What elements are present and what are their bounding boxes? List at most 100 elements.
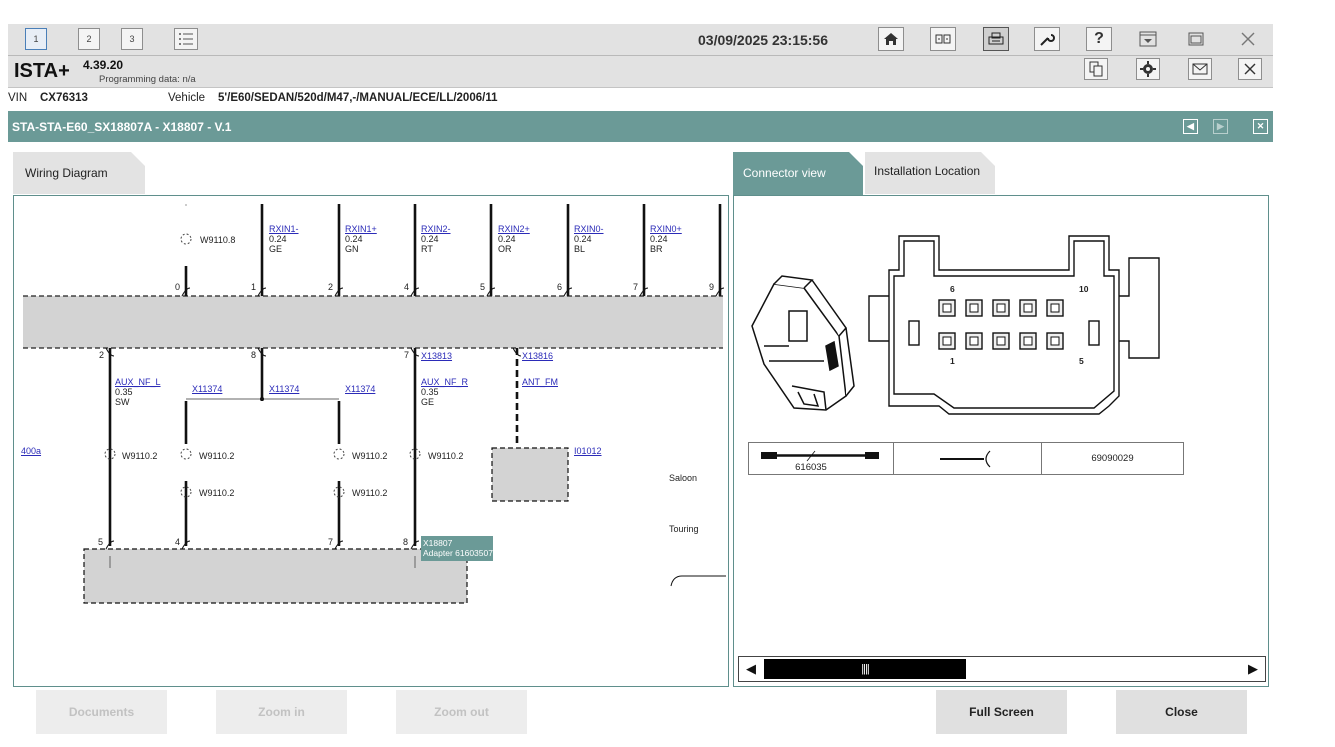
pin-label-6: 6 <box>950 284 955 294</box>
home-icon[interactable] <box>878 27 904 51</box>
programming-data: Programming data: n/a <box>99 74 196 85</box>
wire-aux-nf-r[interactable]: AUX_NF_R 0.35 GE <box>421 377 468 407</box>
splice-label: W9110.2 <box>199 451 235 461</box>
wire-rxin1-plus[interactable]: RXIN1+ 0.24 GN <box>345 224 377 254</box>
wiring-diagram-panel[interactable]: RXIN1- 0.24 GE RXIN1+ 0.24 GN RXIN2- 0.2… <box>13 195 729 687</box>
wire-rxin0-plus-name[interactable]: RXIN0+ <box>650 224 682 234</box>
app-version: 4.39.20 <box>83 58 124 72</box>
programming-value: n/a <box>182 74 196 85</box>
close-button[interactable]: Close <box>1116 690 1247 734</box>
tab-installation-location-label: Installation Location <box>874 164 981 178</box>
zoom-out-button[interactable]: Zoom out <box>396 690 527 734</box>
restore-icon[interactable] <box>1183 27 1209 51</box>
list-icon[interactable] <box>174 28 198 50</box>
terminal-cell <box>894 443 1042 474</box>
scrollbar-thumb[interactable]: |||| <box>764 659 966 679</box>
datetime: 03/09/2025 23:15:56 <box>698 32 828 48</box>
wire-rxin2-minus-name[interactable]: RXIN2- <box>421 224 451 234</box>
tile-icon[interactable] <box>930 27 956 51</box>
connector-view-panel[interactable]: 6 10 1 5 616035 69090029 ◀ |||| ▶ <box>733 195 1269 687</box>
splice-label: W9110.2 <box>199 488 235 498</box>
pin-label-1: 1 <box>950 356 955 366</box>
vehicle-value: 5'/E60/SEDAN/520d/M47,-/MANUAL/ECE/LL/20… <box>218 92 498 104</box>
print-icon[interactable] <box>983 27 1009 51</box>
wire-rxin0-plus[interactable]: RXIN0+ 0.24 BR <box>650 224 682 254</box>
component-link-i01012[interactable]: I01012 <box>574 446 602 456</box>
scroll-left-icon[interactable]: ◀ <box>739 657 763 681</box>
part-cable-number: 616035 <box>795 462 827 473</box>
splice-label: W9110.2 <box>352 488 388 498</box>
wire-color: BR <box>650 244 663 254</box>
documents-button[interactable]: Documents <box>36 690 167 734</box>
copy-icon[interactable] <box>1084 58 1108 80</box>
close-document-icon[interactable]: ✕ <box>1253 119 1268 134</box>
next-icon[interactable]: ▶ <box>1213 119 1228 134</box>
full-screen-button[interactable]: Full Screen <box>936 690 1067 734</box>
wire-rxin0-minus-name[interactable]: RXIN0- <box>574 224 604 234</box>
tab-installation-location[interactable]: Installation Location <box>865 152 995 194</box>
app-name: ISTA+ <box>14 60 70 82</box>
wire-rxin1-plus-name[interactable]: RXIN1+ <box>345 224 377 234</box>
tab-wiring-diagram[interactable]: Wiring Diagram <box>13 152 148 194</box>
wire-size: 0.24 <box>421 234 439 244</box>
connector-link-x13816[interactable]: X13816 <box>522 351 553 361</box>
connector-parts-table: 616035 69090029 <box>748 442 1184 475</box>
session-tab-3[interactable]: 3 <box>121 28 143 50</box>
part-number-cell[interactable]: 69090029 <box>1042 443 1183 474</box>
horizontal-scrollbar[interactable]: ◀ |||| ▶ <box>738 656 1266 682</box>
mail-icon[interactable] <box>1188 58 1212 80</box>
pin-number: 7 <box>328 537 334 547</box>
connector-link-x11374-2[interactable]: X11374 <box>269 384 299 394</box>
wire-color: GE <box>269 244 283 254</box>
connector-link-x11374-1[interactable]: X11374 <box>192 384 222 394</box>
wire-color: BL <box>574 244 586 254</box>
wire-aux-nf-l-name[interactable]: AUX_NF_L <box>115 377 161 387</box>
pin-number: 5 <box>480 282 486 292</box>
wire-size: 0.24 <box>498 234 516 244</box>
wire-aux-nf-l[interactable]: AUX_NF_L 0.35 SW <box>115 377 161 407</box>
connector-link-x13813[interactable]: X13813 <box>421 351 452 361</box>
splice-label: W9110.2 <box>122 451 158 461</box>
wire-size: 0.24 <box>574 234 592 244</box>
wire-size: 0.35 <box>115 387 133 397</box>
wire-rxin2-plus-name[interactable]: RXIN2+ <box>498 224 530 234</box>
session-tab-1[interactable]: 1 <box>25 28 47 50</box>
splice-label-top: W9110.8 <box>200 235 236 245</box>
close-icon[interactable] <box>1235 27 1261 51</box>
wire-rxin2-minus[interactable]: RXIN2- 0.24 RT <box>421 224 451 254</box>
previous-icon[interactable]: ◀ <box>1183 119 1198 134</box>
session-tab-2[interactable]: 2 <box>78 28 100 50</box>
tab-connector-view[interactable]: Connector view <box>733 152 863 195</box>
vehicle-label: Vehicle <box>168 92 206 104</box>
zoom-in-button[interactable]: Zoom in <box>216 690 347 734</box>
wire-rxin0-minus[interactable]: RXIN0- 0.24 BL <box>574 224 604 254</box>
wire-ant-fm[interactable]: ANT_FM <box>522 377 558 387</box>
pin-number: 8 <box>251 350 257 360</box>
vin-label: VIN <box>8 92 28 104</box>
settings-icon[interactable] <box>1136 58 1160 80</box>
wire-aux-nf-r-name[interactable]: AUX_NF_R <box>421 377 468 387</box>
page-ref-400a[interactable]: 400a <box>21 446 41 456</box>
vin-value: CX76313 <box>40 92 88 104</box>
programming-label: Programming data: <box>99 74 180 85</box>
part-cable-cell[interactable]: 616035 <box>749 443 894 474</box>
wire-rxin2-plus[interactable]: RXIN2+ 0.24 OR <box>498 224 530 254</box>
wire-size: 0.24 <box>650 234 668 244</box>
help-icon[interactable]: ? <box>1086 27 1112 51</box>
dropdown-icon[interactable] <box>1135 27 1161 51</box>
pin-label-10: 10 <box>1079 284 1089 294</box>
connector-link-x11374-3[interactable]: X11374 <box>345 384 375 394</box>
variant-saloon: Saloon <box>669 473 698 483</box>
wire-size: 0.24 <box>269 234 287 244</box>
tab-wiring-diagram-label: Wiring Diagram <box>25 166 108 180</box>
wrench-icon[interactable] <box>1034 27 1060 51</box>
wiring-diagram-graphic <box>23 204 726 604</box>
close-session-icon[interactable] <box>1238 58 1262 80</box>
pin-number: 0 <box>175 282 181 292</box>
pin-number: 4 <box>175 537 181 547</box>
scroll-right-icon[interactable]: ▶ <box>1241 657 1265 681</box>
document-title: STA-STA-E60_SX18807A - X18807 - V.1 <box>12 120 232 134</box>
wire-rxin1-minus-name[interactable]: RXIN1- <box>269 224 299 234</box>
pin-number: 2 <box>99 350 105 360</box>
wire-rxin1-minus[interactable]: RXIN1- 0.24 GE <box>269 224 299 254</box>
